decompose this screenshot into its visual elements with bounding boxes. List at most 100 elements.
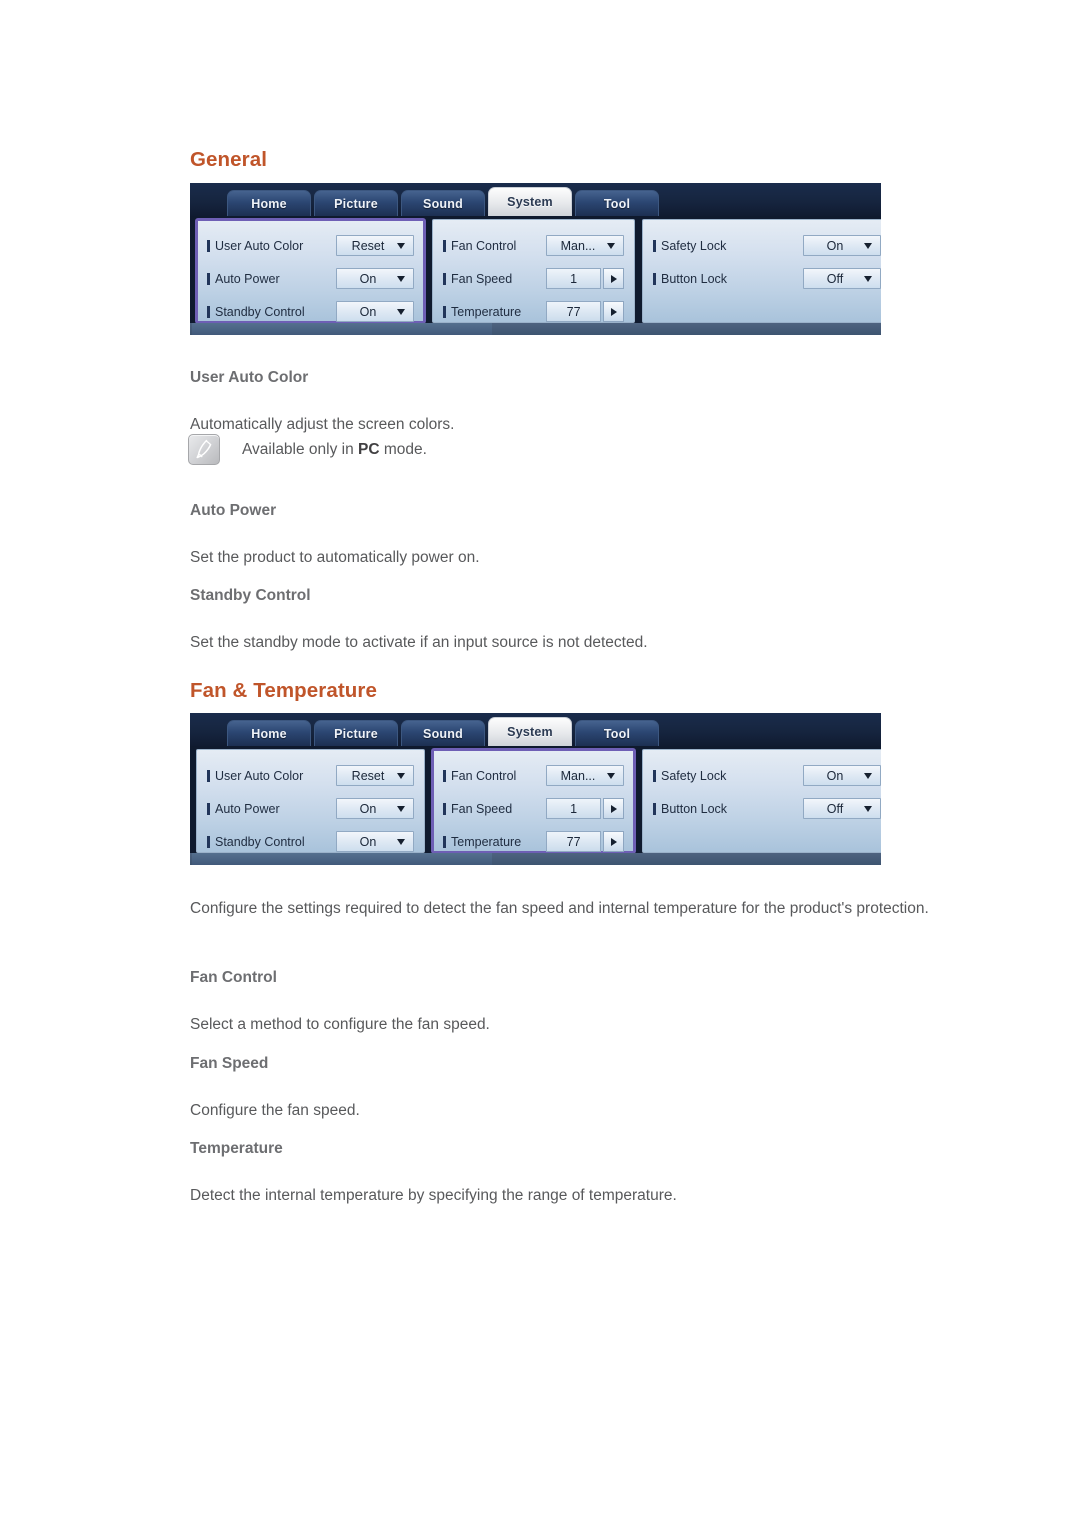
- chevron-down-icon: [607, 242, 615, 249]
- chevron-down-icon: [397, 242, 405, 249]
- osd-tab-home[interactable]: Home: [227, 720, 311, 746]
- osd-tab-sound[interactable]: Sound: [401, 190, 485, 216]
- osd-setting-select[interactable]: Man...: [546, 765, 624, 786]
- bullet-marker-icon: [443, 835, 446, 848]
- osd-setting-stepper[interactable]: 1: [546, 798, 624, 819]
- osd-setting-row[interactable]: Button Lock Off: [653, 792, 881, 825]
- osd-setting-select[interactable]: On: [803, 235, 881, 256]
- osd-setting-label: Auto Power: [207, 272, 280, 286]
- osd-setting-label: Fan Speed: [443, 272, 512, 286]
- osd-tab-bar: Home Picture Sound System Tool: [190, 183, 881, 216]
- stepper-increase-button[interactable]: [603, 268, 624, 289]
- osd-setting-row[interactable]: Fan Speed 1: [443, 262, 624, 295]
- osd-screenshot-general: Home Picture Sound System Tool User Auto…: [190, 183, 881, 335]
- osd-column-group: User Auto Color Reset Auto Power On Stan…: [196, 748, 881, 854]
- osd-setting-label: Auto Power: [207, 802, 280, 816]
- osd-setting-row[interactable]: Auto Power On: [207, 792, 414, 825]
- osd-tab-system[interactable]: System: [488, 717, 572, 746]
- osd-setting-select[interactable]: Man...: [546, 235, 624, 256]
- body-fan-control: Select a method to configure the fan spe…: [190, 1015, 490, 1033]
- osd-footer-left-segment: [192, 853, 492, 865]
- note-text: Available only in PC mode.: [242, 440, 427, 458]
- bullet-marker-icon: [207, 835, 210, 848]
- sub-heading-auto-power: Auto Power: [190, 501, 277, 519]
- osd-setting-select[interactable]: On: [336, 268, 414, 289]
- osd-setting-stepper[interactable]: 1: [546, 268, 624, 289]
- bullet-marker-icon: [653, 239, 656, 252]
- osd-settings-body: User Auto Color Reset Auto Power On Stan…: [190, 216, 881, 335]
- osd-setting-row[interactable]: Fan Speed 1: [443, 792, 624, 825]
- osd-footer-left-segment: [192, 323, 492, 335]
- body-temperature: Detect the internal temperature by speci…: [190, 1186, 677, 1204]
- chevron-down-icon: [607, 772, 615, 779]
- bullet-marker-icon: [207, 239, 210, 252]
- osd-setting-select[interactable]: On: [803, 765, 881, 786]
- osd-column-general: User Auto Color Reset Auto Power On Stan…: [195, 218, 426, 324]
- stepper-increase-button[interactable]: [603, 831, 624, 852]
- osd-setting-select[interactable]: Reset: [336, 765, 414, 786]
- osd-tab-picture[interactable]: Picture: [314, 190, 398, 216]
- osd-tab-sound[interactable]: Sound: [401, 720, 485, 746]
- osd-setting-value: On: [359, 304, 377, 319]
- osd-setting-label: Safety Lock: [653, 769, 726, 783]
- osd-setting-row[interactable]: User Auto Color Reset: [207, 229, 414, 262]
- osd-footer-bar: [190, 323, 881, 335]
- osd-tab-picture[interactable]: Picture: [314, 720, 398, 746]
- stepper-increase-button[interactable]: [603, 798, 624, 819]
- osd-setting-value: Off: [826, 801, 844, 816]
- stepper-increase-button[interactable]: [603, 301, 624, 322]
- chevron-down-icon: [864, 242, 872, 249]
- sub-heading-fan-control: Fan Control: [190, 968, 277, 986]
- bullet-marker-icon: [443, 239, 446, 252]
- osd-setting-select[interactable]: On: [336, 798, 414, 819]
- osd-setting-row[interactable]: Fan Control Man...: [443, 229, 624, 262]
- page-title-fan-temperature: Fan & Temperature: [190, 679, 378, 702]
- note-callout: Available only in PC mode.: [188, 434, 427, 465]
- osd-tab-home[interactable]: Home: [227, 190, 311, 216]
- osd-setting-value: 1: [546, 798, 602, 819]
- osd-setting-label: Fan Speed: [443, 802, 512, 816]
- osd-setting-select[interactable]: Reset: [336, 235, 414, 256]
- chevron-right-icon: [610, 274, 617, 283]
- osd-setting-row[interactable]: Auto Power On: [207, 262, 414, 295]
- osd-setting-select[interactable]: Off: [803, 268, 881, 289]
- osd-tab-system[interactable]: System: [488, 187, 572, 216]
- manual-page: General Home Picture Sound System Tool U…: [0, 0, 1080, 1527]
- osd-setting-row[interactable]: Fan Control Man...: [443, 759, 624, 792]
- osd-setting-label: Fan Control: [443, 239, 516, 253]
- osd-setting-select[interactable]: On: [336, 831, 414, 852]
- bullet-marker-icon: [207, 305, 210, 318]
- osd-setting-label: User Auto Color: [207, 769, 303, 783]
- chevron-down-icon: [397, 772, 405, 779]
- osd-setting-row[interactable]: Safety Lock On: [653, 759, 881, 792]
- osd-column-group: User Auto Color Reset Auto Power On Stan…: [195, 218, 881, 324]
- page-title-general: General: [190, 148, 268, 171]
- osd-column-lock: Safety Lock On Button Lock Off: [642, 219, 881, 323]
- osd-tab-tool[interactable]: Tool: [575, 190, 659, 216]
- osd-setting-row[interactable]: Safety Lock On: [653, 229, 881, 262]
- osd-setting-label: Button Lock: [653, 272, 727, 286]
- osd-setting-value: 1: [546, 268, 602, 289]
- sub-heading-fan-speed: Fan Speed: [190, 1054, 269, 1072]
- osd-setting-label: Fan Control: [443, 769, 516, 783]
- osd-setting-stepper[interactable]: 77: [546, 831, 624, 852]
- osd-setting-select[interactable]: Off: [803, 798, 881, 819]
- osd-footer-bar: [190, 853, 881, 865]
- chevron-down-icon: [864, 772, 872, 779]
- osd-tab-tool[interactable]: Tool: [575, 720, 659, 746]
- osd-setting-value: On: [359, 271, 377, 286]
- osd-setting-label: Button Lock: [653, 802, 727, 816]
- osd-setting-value: Man...: [560, 238, 596, 253]
- bullet-marker-icon: [207, 769, 210, 782]
- osd-setting-select[interactable]: On: [336, 301, 414, 322]
- note-pencil-icon: [188, 434, 220, 465]
- chevron-right-icon: [610, 307, 617, 316]
- osd-column-fan: Fan Control Man... Fan Speed 1 Temperatu…: [431, 748, 636, 854]
- osd-setting-row[interactable]: Button Lock Off: [653, 262, 881, 295]
- osd-setting-stepper[interactable]: 77: [546, 301, 624, 322]
- body-standby-control: Set the standby mode to activate if an i…: [190, 633, 648, 651]
- osd-setting-value: On: [359, 801, 377, 816]
- osd-setting-value: On: [359, 834, 377, 849]
- osd-setting-row[interactable]: User Auto Color Reset: [207, 759, 414, 792]
- osd-setting-value: Reset: [351, 768, 385, 783]
